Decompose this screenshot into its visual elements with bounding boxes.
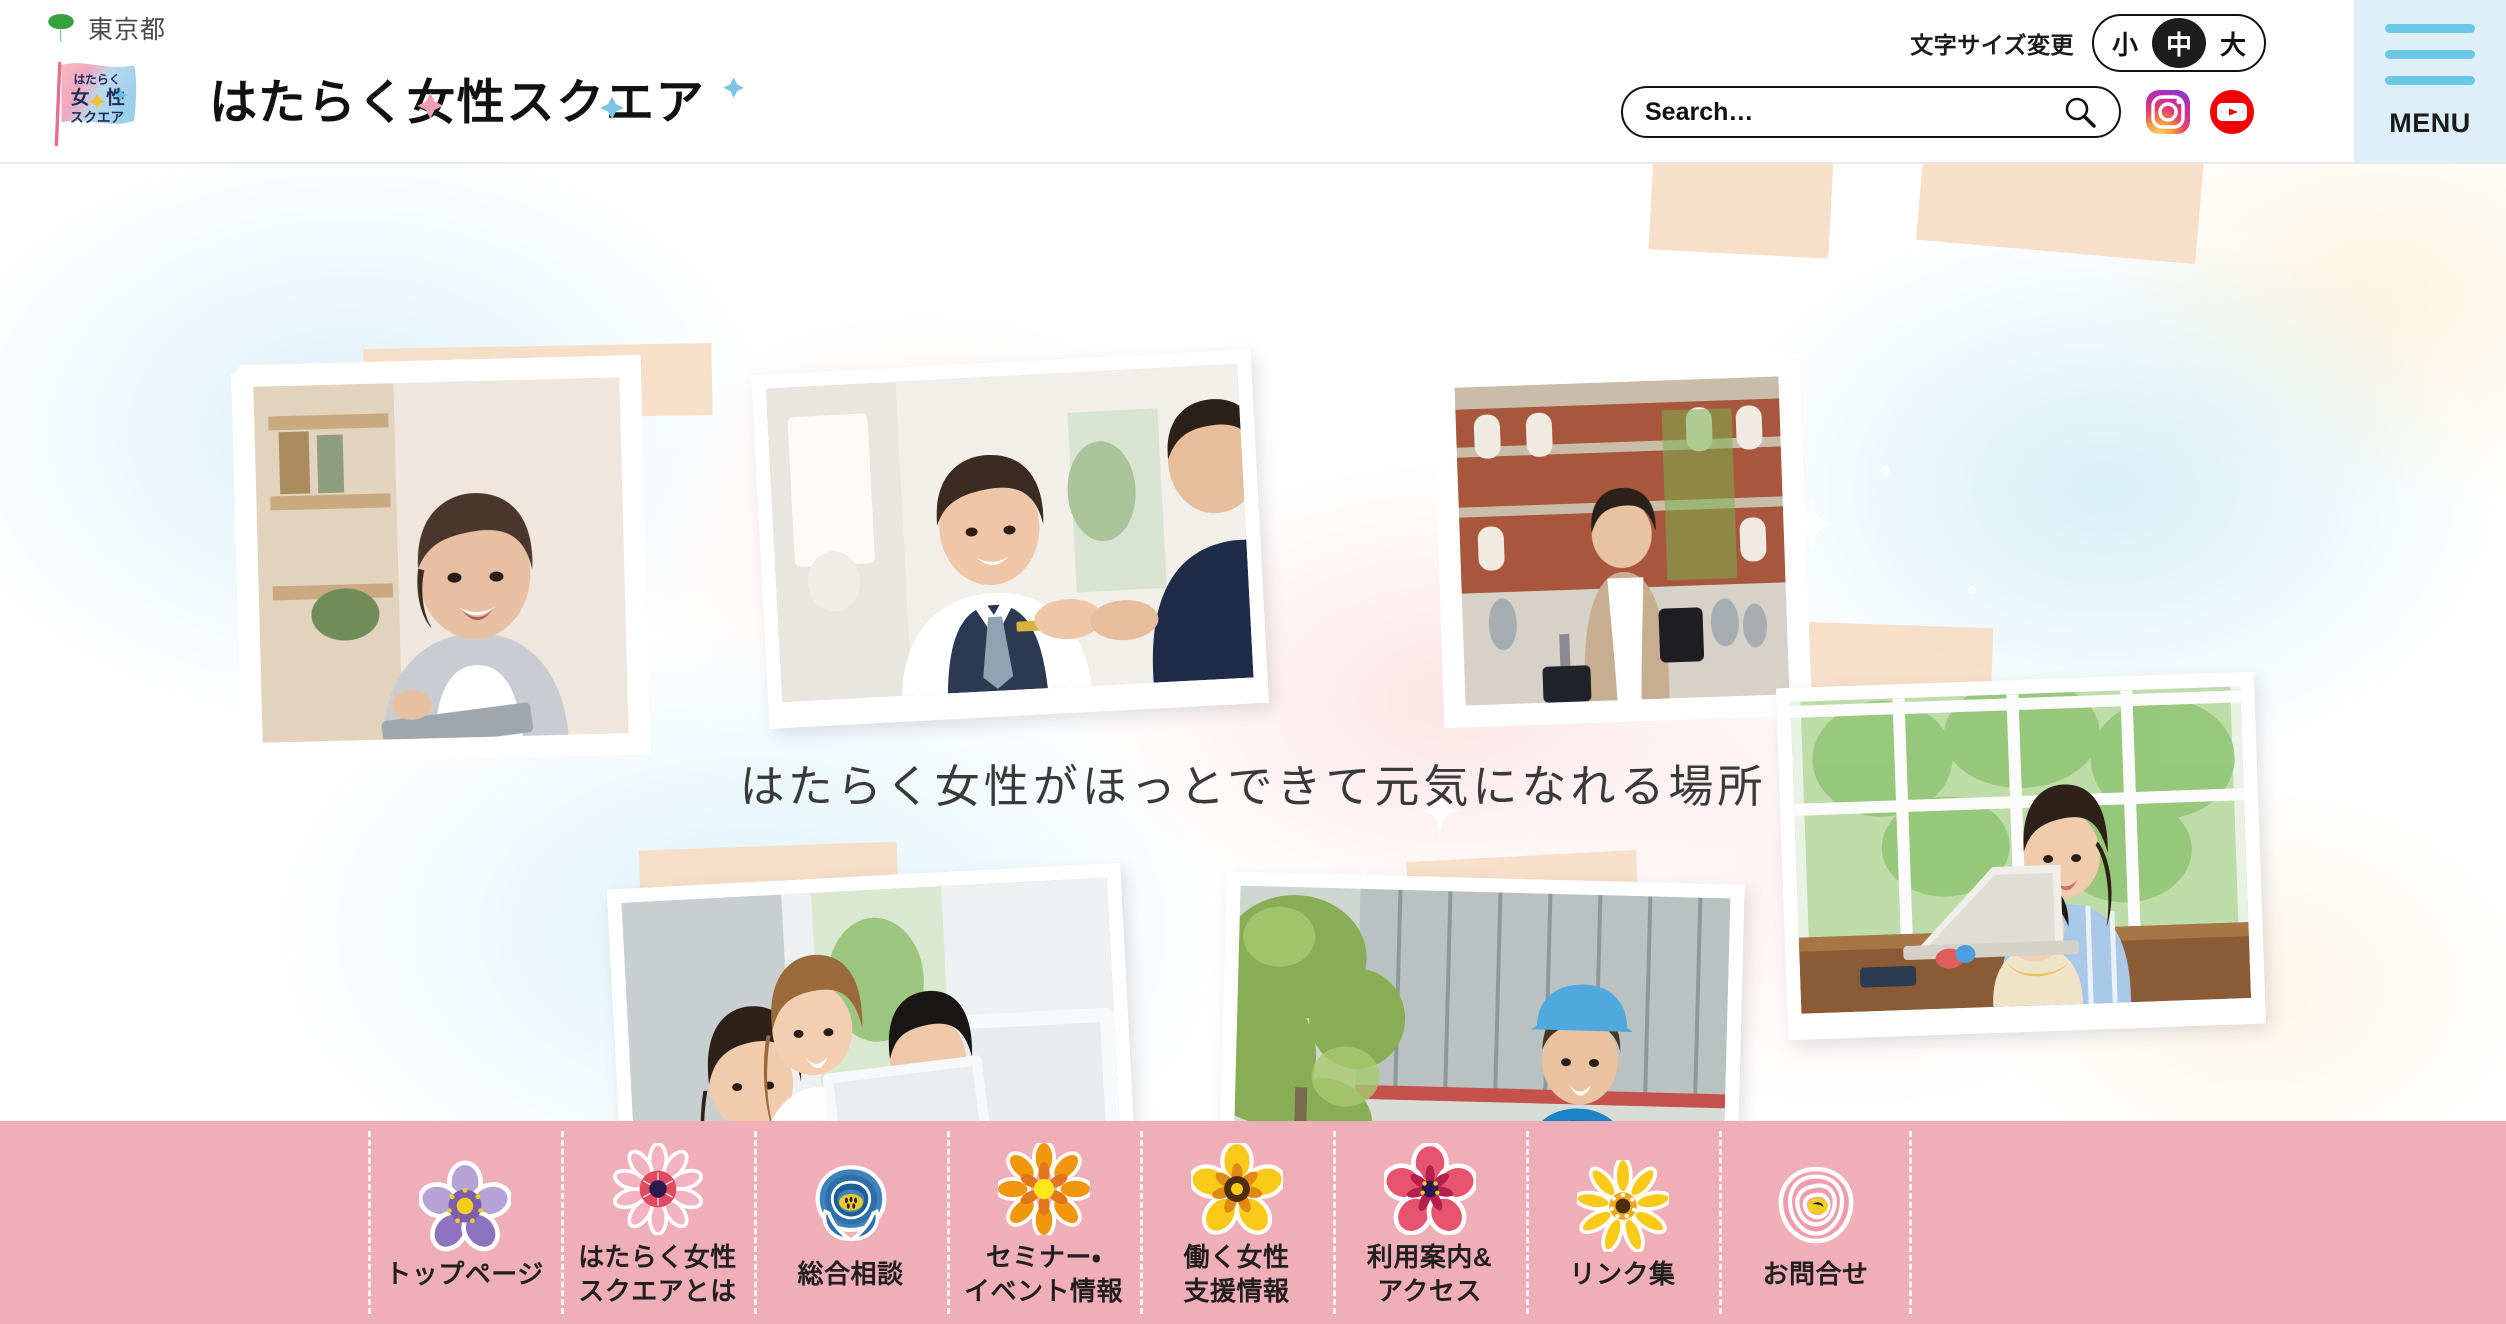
site-header: 東京都 はたらく 女 性 スクエア はたらく女性スクエア 文字サイズ変更 小 中… (0, 0, 2506, 164)
pink-rose-icon (1778, 1166, 1853, 1244)
menu-label: MENU (2389, 107, 2471, 138)
tokyo-gov-label: 東京都 (88, 16, 167, 44)
social-links (2144, 88, 2256, 136)
site-logo[interactable]: はたらく 女 性 スクエア はたらく女性スクエア (46, 60, 822, 148)
tokyo-gov-link[interactable]: 東京都 (46, 10, 166, 46)
footer-nav-items: トップページ はたらく女性 スクエアとは 総合相談 セミナー・ イベント情報 働… (368, 1121, 1912, 1324)
nav-item-seminar-event[interactable]: セミナー・ イベント情報 (947, 1121, 1140, 1324)
photo-image (1790, 686, 2252, 1014)
menu-button[interactable]: MENU (2354, 0, 2506, 162)
font-size-options: 小 中 大 (2092, 14, 2266, 72)
tape-decoration (1916, 164, 2204, 265)
footer-navigation: トップページ はたらく女性 スクエアとは 総合相談 セミナー・ イベント情報 働… (0, 1121, 2506, 1324)
nav-label-contact: お問合せ (1762, 1258, 1869, 1289)
blue-rose-icon (815, 1165, 886, 1241)
search-input[interactable] (1645, 97, 2063, 127)
youtube-icon[interactable] (2208, 88, 2256, 136)
nav-label-top-page: トップページ (385, 1258, 544, 1289)
nav-label-about: はたらく女性 スクエアとは (578, 1242, 737, 1306)
photo-mother-laptop[interactable] (1776, 671, 2266, 1041)
hero-section: はたらく女性がほっとできて元気になれる場所 (0, 164, 2506, 1121)
sparkle-dot-icon (1968, 586, 1976, 594)
photo-office-team[interactable] (606, 862, 1140, 1121)
red-flower-icon (1383, 1143, 1476, 1236)
hamburger-icon-bar-2 (2385, 49, 2475, 59)
search-container (1621, 86, 2121, 138)
purple-flower-icon (418, 1160, 511, 1252)
font-size-medium[interactable]: 中 (2152, 18, 2206, 68)
page-root: 東京都 はたらく 女 性 スクエア はたらく女性スクエア 文字サイズ変更 小 中… (0, 0, 2506, 1324)
photo-image (1454, 376, 1790, 706)
hamburger-icon-bar-1 (2385, 23, 2475, 33)
yellow-daisy-icon (1576, 1159, 1669, 1252)
font-size-large[interactable]: 大 (2206, 18, 2260, 68)
search-box[interactable] (1621, 86, 2121, 138)
pink-daisy-icon (612, 1143, 703, 1236)
nav-label-links: リンク集 (1569, 1258, 1676, 1289)
nav-label-consultation: 総合相談 (797, 1258, 904, 1289)
photo-outdoor-worker[interactable] (1217, 871, 1745, 1121)
ginkgo-leaf-icon (48, 14, 74, 42)
brand-flag-icon: はたらく 女 性 スクエア (54, 61, 137, 147)
orange-flower-icon (997, 1143, 1090, 1236)
photo-reception-staff[interactable] (751, 349, 1269, 729)
search-icon[interactable] (2063, 95, 2097, 129)
nav-item-contact[interactable]: お問合せ (1719, 1121, 1912, 1324)
nav-label-support-info: 働く女性 支援情報 (1183, 1242, 1290, 1306)
hamburger-icon-bar-3 (2385, 75, 2475, 85)
svg-text:スクエア: スクエア (70, 110, 124, 125)
photo-business-traveler[interactable] (1431, 353, 1813, 729)
tape-decoration (1648, 164, 1834, 259)
nav-label-seminar-event: セミナー・ イベント情報 (963, 1242, 1123, 1306)
brand-wordmark-text: はたらく女性スクエア (209, 77, 705, 130)
hero-tagline: はたらく女性がほっとできて元気になれる場所 (739, 762, 1767, 812)
nav-item-top-page[interactable]: トップページ (368, 1121, 561, 1324)
nav-item-links[interactable]: リンク集 (1526, 1121, 1719, 1324)
photo-woman-tablet[interactable] (230, 354, 652, 766)
instagram-icon[interactable] (2144, 88, 2192, 136)
nav-item-about[interactable]: はたらく女性 スクエアとは (561, 1121, 754, 1324)
font-size-control: 文字サイズ変更 小 中 大 (1910, 14, 2266, 72)
nav-item-guide-access[interactable]: 利用案内& アクセス (1333, 1121, 1526, 1324)
nav-label-guide-access: 利用案内& アクセス (1366, 1242, 1493, 1306)
brand-wordmark: はたらく女性スクエア (209, 77, 744, 130)
sparkle-dot-icon (1880, 466, 1890, 476)
svg-text:はたらく: はたらく (73, 73, 120, 87)
nav-item-consultation[interactable]: 総合相談 (754, 1121, 947, 1324)
photo-image (1231, 885, 1731, 1121)
photo-image (621, 877, 1124, 1121)
nav-item-support-info[interactable]: 働く女性 支援情報 (1140, 1121, 1333, 1324)
svg-text:女: 女 (71, 87, 90, 108)
photo-image (253, 377, 629, 743)
yellow-flower-icon (1190, 1143, 1283, 1235)
photo-image (765, 363, 1254, 703)
font-size-small[interactable]: 小 (2098, 18, 2152, 68)
font-size-label: 文字サイズ変更 (1910, 32, 2074, 58)
